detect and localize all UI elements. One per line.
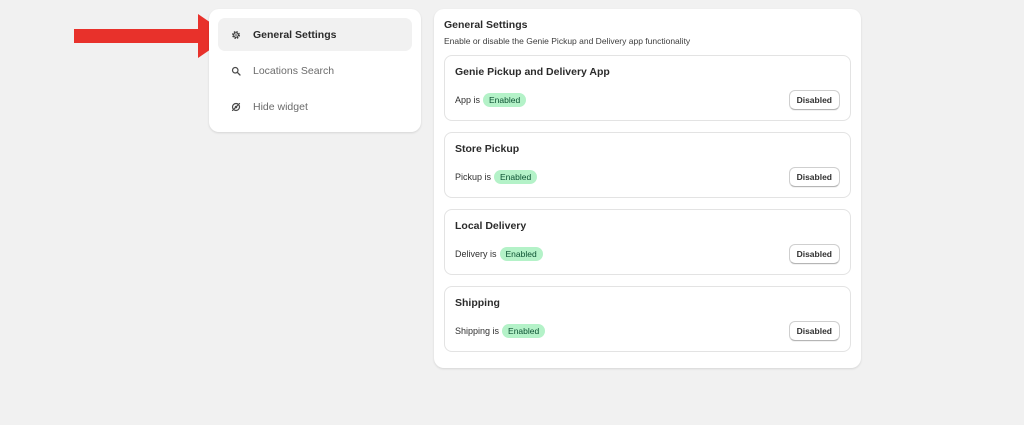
setting-row: Delivery is Enabled Disabled <box>455 244 840 264</box>
disable-pickup-button[interactable]: Disabled <box>788 167 840 187</box>
status-label: Delivery is <box>455 249 497 259</box>
setting-card-store-pickup: Store Pickup Pickup is Enabled Disabled <box>444 132 851 198</box>
status-badge: Enabled <box>502 324 546 338</box>
status-badge: Enabled <box>499 247 543 261</box>
page-title: General Settings <box>444 19 528 31</box>
setting-row: Shipping is Enabled Disabled <box>455 321 840 341</box>
pointer-arrow-icon <box>74 14 230 58</box>
status-text: Delivery is Enabled <box>455 247 543 261</box>
status-text: Shipping is Enabled <box>455 324 546 338</box>
status-text: Pickup is Enabled <box>455 170 538 184</box>
setting-title: Store Pickup <box>455 143 520 155</box>
setting-row: Pickup is Enabled Disabled <box>455 167 840 187</box>
status-text: App is Enabled <box>455 93 527 107</box>
disable-shipping-button[interactable]: Disabled <box>788 321 840 341</box>
setting-title: Local Delivery <box>455 220 527 232</box>
setting-title: Genie Pickup and Delivery App <box>455 66 610 78</box>
sidebar-item-label: Locations Search <box>253 64 335 77</box>
gear-icon <box>230 29 242 41</box>
page-description: Enable or disable the Genie Pickup and D… <box>444 36 691 46</box>
status-label: App is <box>455 95 481 105</box>
disable-delivery-button[interactable]: Disabled <box>788 244 840 264</box>
status-badge: Enabled <box>494 170 538 184</box>
setting-row: App is Enabled Disabled <box>455 90 840 110</box>
sidebar-item-general-settings[interactable]: General Settings <box>218 18 412 51</box>
sidebar-item-locations-search[interactable]: Locations Search <box>218 54 412 87</box>
setting-card-local-delivery: Local Delivery Delivery is Enabled Disab… <box>444 209 851 275</box>
status-badge: Enabled <box>483 93 527 107</box>
status-label: Pickup is <box>455 172 492 182</box>
sidebar-item-hide-widget[interactable]: Hide widget <box>218 90 412 123</box>
search-icon <box>230 65 242 77</box>
setting-card-shipping: Shipping Shipping is Enabled Disabled <box>444 286 851 352</box>
sidebar-item-label: Hide widget <box>253 100 308 113</box>
disable-app-button[interactable]: Disabled <box>788 90 840 110</box>
sidebar-item-label: General Settings <box>253 28 337 41</box>
settings-sidebar: General Settings Locations Search Hide w… <box>209 9 421 132</box>
hide-icon <box>230 101 242 113</box>
general-settings-panel: General Settings Enable or disable the G… <box>434 9 861 368</box>
setting-title: Shipping <box>455 297 500 309</box>
setting-card-app: Genie Pickup and Delivery App App is Ena… <box>444 55 851 121</box>
status-label: Shipping is <box>455 326 500 336</box>
